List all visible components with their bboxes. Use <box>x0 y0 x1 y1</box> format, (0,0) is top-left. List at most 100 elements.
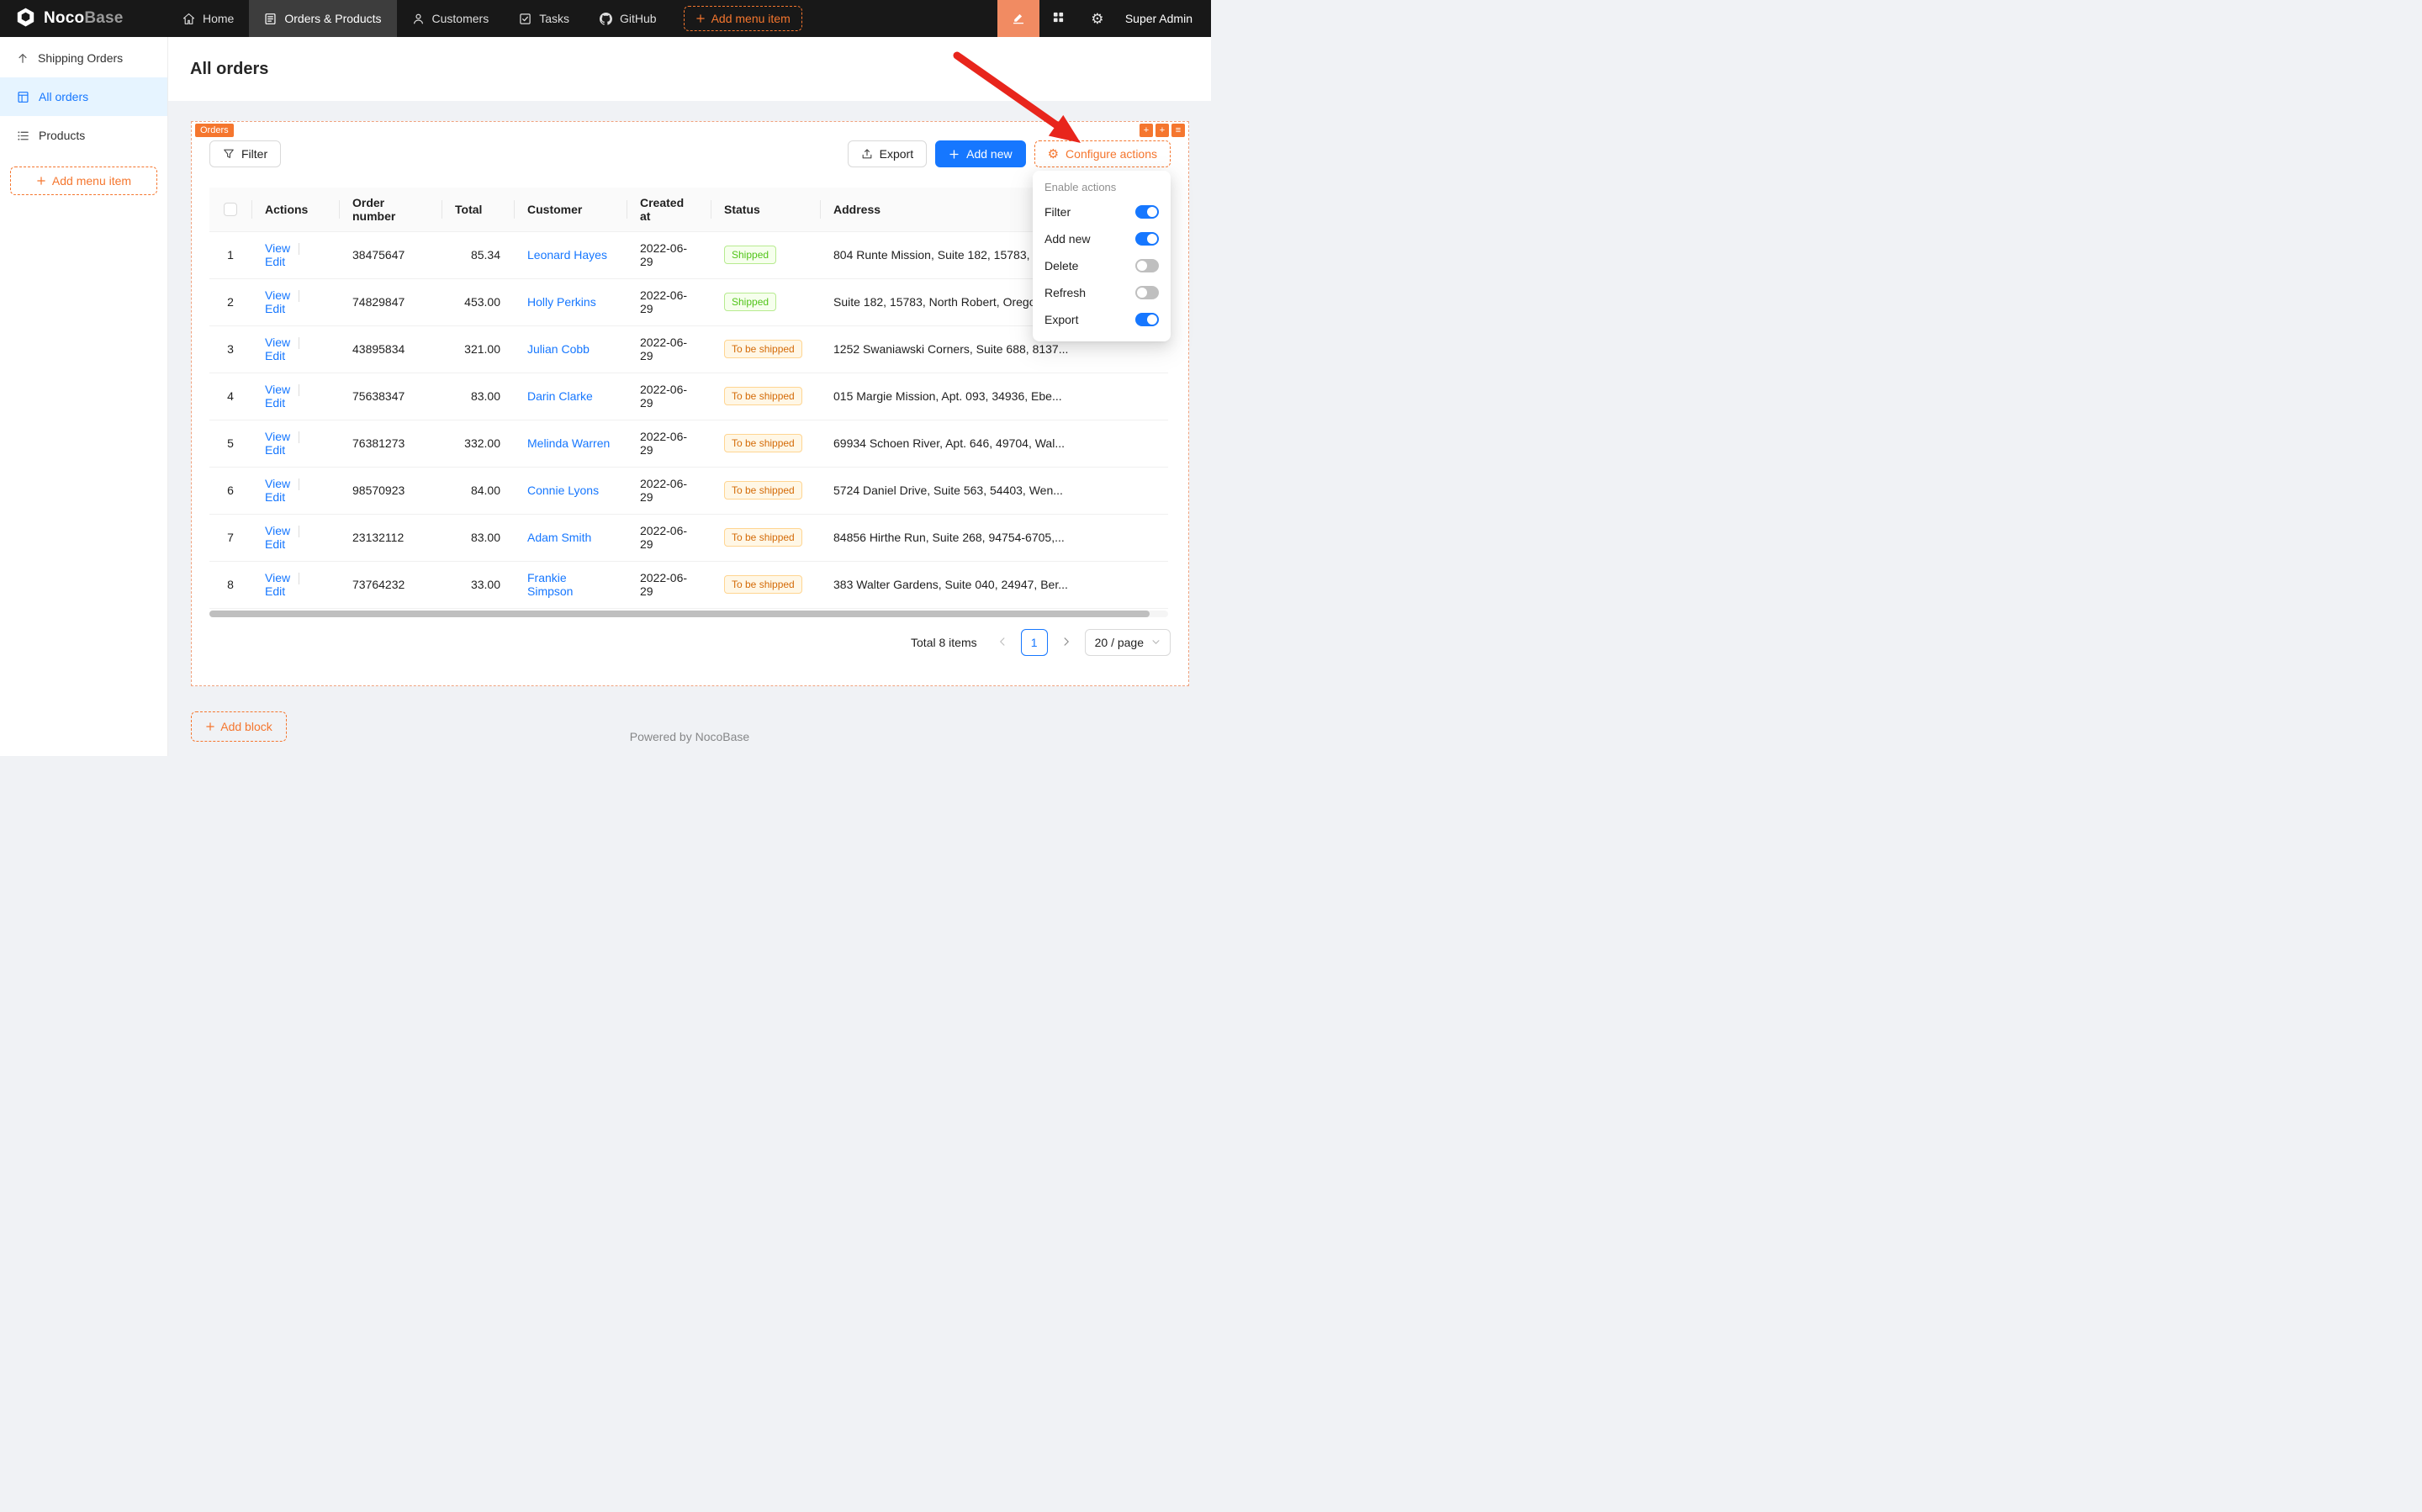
enable-action-add-new[interactable]: Add new <box>1044 225 1159 252</box>
customers-icon <box>412 13 425 25</box>
customer-link[interactable]: Julian Cobb <box>527 342 590 356</box>
ui-editor-button[interactable] <box>997 0 1039 37</box>
view-link[interactable]: View <box>265 383 290 396</box>
user-menu[interactable]: Super Admin <box>1117 12 1211 25</box>
status-cell: To be shipped <box>711 467 820 514</box>
select-all-checkbox[interactable] <box>224 203 237 216</box>
toggle-switch[interactable] <box>1135 205 1159 219</box>
toggle-switch[interactable] <box>1135 232 1159 246</box>
nav-item-tasks[interactable]: Tasks <box>504 0 584 37</box>
enable-action-filter[interactable]: Filter <box>1044 198 1159 225</box>
block-designer-toolbar: + + ≡ <box>1140 124 1185 137</box>
prev-page-button[interactable] <box>991 629 1014 656</box>
main-area: All orders Orders + + ≡ Filter <box>168 37 1211 756</box>
customer-link[interactable]: Connie Lyons <box>527 484 599 497</box>
edit-link[interactable]: Edit <box>265 302 285 315</box>
navbar-menu: HomeOrders & Products Customers TasksGitHu… <box>167 0 672 37</box>
view-link[interactable]: View <box>265 571 290 584</box>
settings-button[interactable]: ⚙ <box>1078 0 1117 37</box>
enable-action-refresh[interactable]: Refresh <box>1044 279 1159 306</box>
chevron-down-icon <box>1151 637 1161 647</box>
total-cell: 33.00 <box>442 561 514 608</box>
nav-item-orders-products[interactable]: Orders & Products <box>249 0 396 37</box>
edit-link[interactable]: Edit <box>265 584 285 598</box>
address-cell: 015 Margie Mission, Apt. 093, 34936, Ebe… <box>820 373 1168 420</box>
add-new-button[interactable]: Add new <box>935 140 1025 167</box>
created-at-cell: 2022-06-29 <box>627 467 711 514</box>
customer-link[interactable]: Adam Smith <box>527 531 591 544</box>
enable-action-delete[interactable]: Delete <box>1044 252 1159 279</box>
page-1-button[interactable]: 1 <box>1021 629 1048 656</box>
column-header-actions: Actions <box>251 188 339 231</box>
block-drag-icon[interactable]: ≡ <box>1171 124 1185 137</box>
edit-link[interactable]: Edit <box>265 490 285 504</box>
total-cell: 321.00 <box>442 325 514 373</box>
edit-link[interactable]: Edit <box>265 255 285 268</box>
table-row: 6ViewEdit9857092384.00Connie Lyons2022-0… <box>209 467 1168 514</box>
customer-link[interactable]: Leonard Hayes <box>527 248 607 262</box>
sidebar-add-menu-item-label: Add menu item <box>52 174 131 188</box>
enable-action-export[interactable]: Export <box>1044 306 1159 333</box>
row-actions: ViewEdit <box>251 514 339 561</box>
address-cell: 383 Walter Gardens, Suite 040, 24947, Be… <box>820 561 1168 608</box>
add-new-button-label: Add new <box>966 147 1012 161</box>
filter-icon <box>223 148 235 160</box>
edit-link[interactable]: Edit <box>265 537 285 551</box>
sidebar-item-products[interactable]: Products <box>0 116 167 155</box>
configure-actions-button[interactable]: ⚙ Configure actions <box>1034 140 1171 167</box>
export-button[interactable]: Export <box>848 140 927 167</box>
toggle-switch[interactable] <box>1135 286 1159 299</box>
nav-item-label: Customers <box>432 12 489 25</box>
scrollbar-thumb[interactable] <box>209 611 1150 617</box>
total-cell: 84.00 <box>442 467 514 514</box>
nav-item-github[interactable]: GitHub <box>584 0 672 37</box>
edit-link[interactable]: Edit <box>265 349 285 362</box>
customer-link[interactable]: Darin Clarke <box>527 389 593 403</box>
nav-item-home[interactable]: Home <box>167 0 249 37</box>
total-cell: 453.00 <box>442 278 514 325</box>
toggle-switch[interactable] <box>1135 313 1159 326</box>
created-at-cell: 2022-06-29 <box>627 561 711 608</box>
block-add-icon[interactable]: + <box>1140 124 1153 137</box>
view-link[interactable]: View <box>265 336 290 349</box>
view-link[interactable]: View <box>265 430 290 443</box>
customer-link[interactable]: Melinda Warren <box>527 436 610 450</box>
total-cell: 83.00 <box>442 373 514 420</box>
next-page-button[interactable] <box>1055 629 1078 656</box>
customer-link[interactable]: Frankie Simpson <box>527 571 573 598</box>
block-tag: Orders <box>195 124 234 137</box>
status-badge: To be shipped <box>724 340 802 358</box>
enable-action-label: Delete <box>1044 259 1078 272</box>
page-size-select[interactable]: 20 / page <box>1085 629 1171 656</box>
select-all-cell <box>209 188 251 231</box>
view-link[interactable]: View <box>265 477 290 490</box>
plugin-manager-button[interactable] <box>1039 0 1078 37</box>
pagination: Total 8 items 1 20 / page <box>209 629 1171 656</box>
order-number-cell: 38475647 <box>339 231 442 278</box>
github-icon <box>600 13 612 25</box>
filter-button[interactable]: Filter <box>209 140 281 167</box>
nav-item-customers[interactable]: Customers <box>397 0 505 37</box>
view-link[interactable]: View <box>265 241 290 255</box>
status-cell: To be shipped <box>711 561 820 608</box>
row-actions: ViewEdit <box>251 231 339 278</box>
edit-link[interactable]: Edit <box>265 396 285 410</box>
orders-table: ActionsOrder numberTotalCustomerCreated … <box>209 188 1168 609</box>
sidebar-add-menu-item-button[interactable]: Add menu item <box>10 167 157 195</box>
view-link[interactable]: View <box>265 524 290 537</box>
status-cell: To be shipped <box>711 373 820 420</box>
sidebar-item-all-orders[interactable]: All orders <box>0 77 167 116</box>
brand[interactable]: NocoBase <box>0 7 167 30</box>
toggle-switch[interactable] <box>1135 259 1159 272</box>
configure-actions-label: Configure actions <box>1066 147 1157 161</box>
block-insert-icon[interactable]: + <box>1155 124 1169 137</box>
created-at-cell: 2022-06-29 <box>627 514 711 561</box>
view-link[interactable]: View <box>265 288 290 302</box>
sidebar-item-shipping-orders[interactable]: Shipping Orders <box>0 39 167 77</box>
page-header: All orders <box>168 37 1211 101</box>
edit-link[interactable]: Edit <box>265 443 285 457</box>
row-index: 4 <box>209 373 251 420</box>
navbar-add-menu-item-button[interactable]: Add menu item <box>684 6 802 31</box>
gear-icon: ⚙ <box>1091 12 1103 26</box>
customer-link[interactable]: Holly Perkins <box>527 295 596 309</box>
